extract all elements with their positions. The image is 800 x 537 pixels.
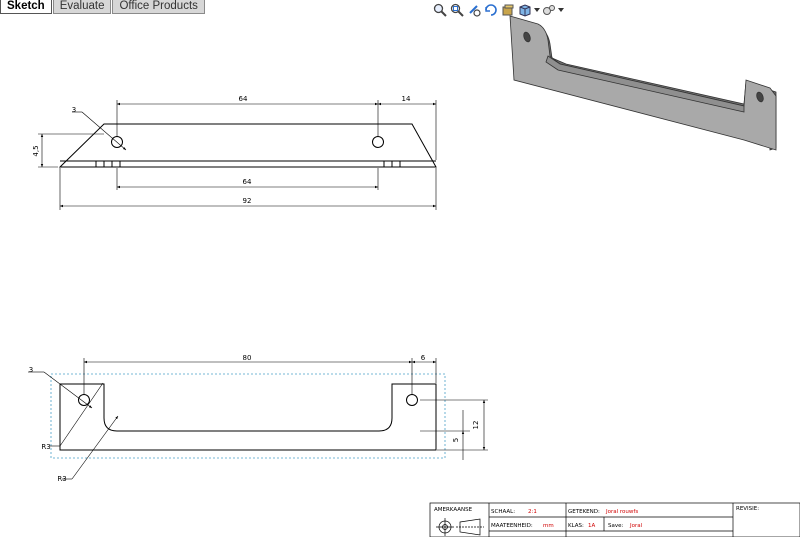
view-boundary (50, 373, 446, 459)
dim-height-front[interactable]: 12 (472, 421, 480, 430)
dim-end-offset-top[interactable]: 14 (402, 95, 411, 103)
front-view (28, 358, 488, 480)
drawing-sheet[interactable]: 64 14 3 4,5 64 92 80 6 3 R3 R3 5 12 AMER… (0, 0, 800, 537)
schaal-value[interactable]: 2:1 (528, 509, 537, 515)
dim-hole-span-front[interactable]: 80 (243, 354, 252, 362)
projection-label: AMERKAANSE (434, 507, 473, 513)
dim-inner-length-top[interactable]: 64 (243, 178, 252, 186)
save-label: Save: (608, 523, 624, 529)
dim-hole-diameter-top[interactable]: 3 (72, 106, 76, 114)
top-view (38, 100, 437, 210)
revisie-label: REVISIE: (736, 506, 759, 512)
getekend-value[interactable]: Joral rouwfs (605, 509, 638, 515)
schaal-label: SCHAAL: (491, 509, 515, 515)
top-view-hole-right (372, 136, 384, 148)
front-view-outline (59, 383, 437, 451)
front-view-hole-left (78, 394, 90, 406)
maateenheid-label: MAATEENHEID: (491, 523, 533, 529)
dim-hole-diameter-front[interactable]: 3 (29, 366, 33, 374)
dim-radius-top-front[interactable]: R3 (41, 443, 50, 451)
getekend-label: GETEKEND: (568, 509, 600, 515)
projection-symbol-icon (436, 518, 484, 536)
klas-label: KLAS: (568, 523, 584, 529)
maateenheid-value[interactable]: mm (543, 523, 554, 529)
dim-height-top[interactable]: 4,5 (32, 145, 40, 156)
save-value[interactable]: Joral (629, 523, 643, 529)
dim-radius-bottom-front[interactable]: R3 (57, 475, 66, 483)
dim-hole-spacing-top[interactable]: 64 (239, 95, 248, 103)
dim-total-length-top[interactable]: 92 (243, 197, 252, 205)
dim-thickness-front[interactable]: 5 (452, 438, 460, 442)
klas-value[interactable]: 1A (588, 523, 595, 529)
front-view-hole-right (406, 394, 418, 406)
dim-end-offset-front[interactable]: 6 (421, 354, 426, 362)
isometric-view (509, 15, 777, 151)
